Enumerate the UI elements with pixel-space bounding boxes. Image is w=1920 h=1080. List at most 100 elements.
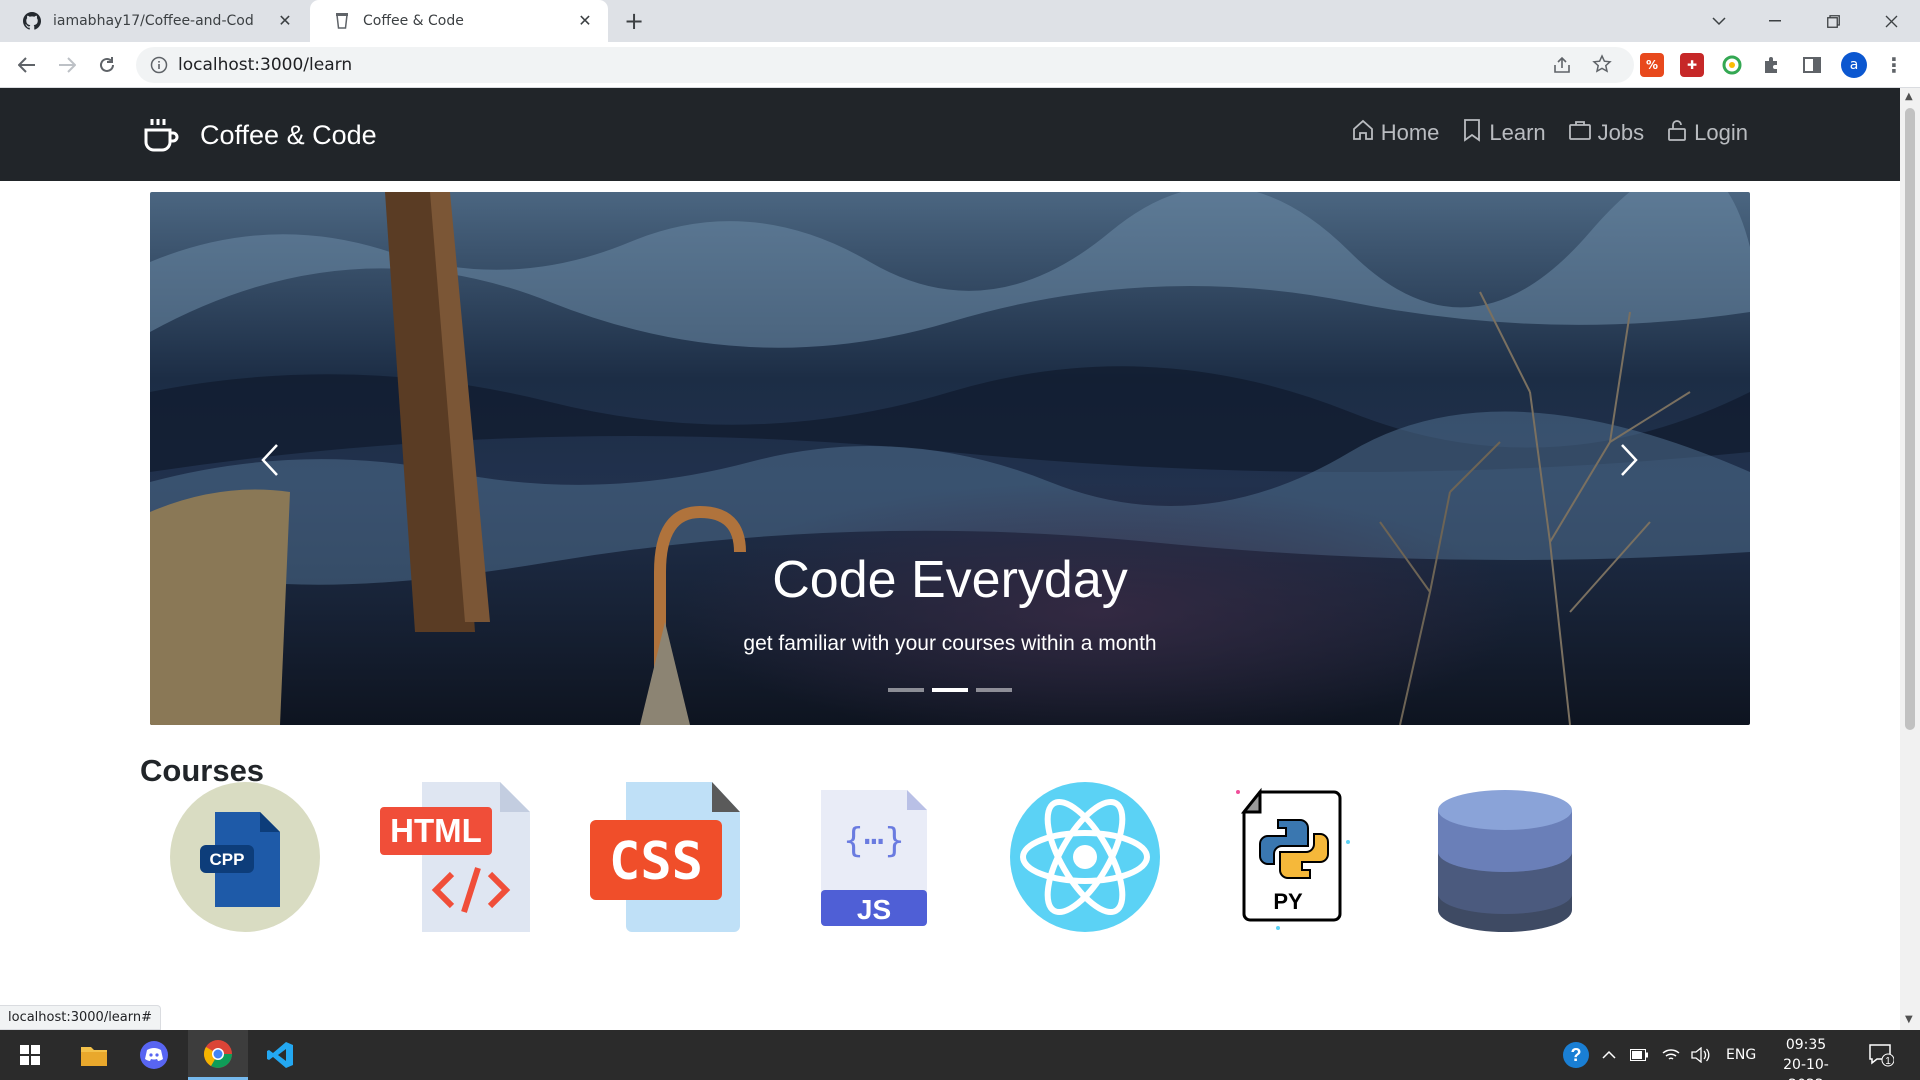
close-tab-icon[interactable]: ✕ xyxy=(576,12,594,30)
hero-carousel: Code Everyday get familiar with your cou… xyxy=(150,192,1750,725)
back-arrow-icon[interactable] xyxy=(14,52,40,78)
tab-title: iamabhay17/Coffee-and-Code: D xyxy=(53,13,253,29)
html-file-icon: HTML xyxy=(380,782,530,932)
site-navbar: Coffee & Code Home Learn Jobs Login xyxy=(0,88,1900,181)
carousel-indicator-1[interactable] xyxy=(888,688,924,692)
new-tab-button[interactable]: + xyxy=(624,9,644,33)
coffee-cup-icon xyxy=(140,114,182,156)
tab-title: Coffee & Code xyxy=(363,13,464,29)
chrome-icon[interactable] xyxy=(188,1030,248,1080)
carousel-prev-button[interactable] xyxy=(250,432,290,488)
house-icon xyxy=(1351,118,1381,148)
chevron-up-icon[interactable] xyxy=(1602,1030,1616,1080)
tab-coffee-and-code[interactable]: Coffee & Code ✕ xyxy=(310,0,608,42)
html-label: HTML xyxy=(390,812,482,849)
nav-learn[interactable]: Learn xyxy=(1461,118,1546,148)
coffee-icon xyxy=(332,12,351,31)
info-icon[interactable] xyxy=(150,56,168,74)
extensions-puzzle-icon[interactable] xyxy=(1760,53,1784,77)
course-html[interactable]: HTML xyxy=(380,782,530,932)
extension-percent-icon[interactable]: % xyxy=(1640,53,1664,77)
notifications-icon[interactable]: 1 xyxy=(1868,1030,1894,1080)
carousel-caption: Code Everyday get familiar with your cou… xyxy=(150,550,1750,656)
system-clock[interactable]: 09:35 20-10-2022 xyxy=(1766,1035,1846,1080)
clock-date: 20-10-2022 xyxy=(1783,1057,1829,1080)
course-css[interactable]: CSS xyxy=(590,782,740,932)
page-scrollbar[interactable]: ▲ ▼ xyxy=(1900,88,1920,1030)
brand-name: Coffee & Code xyxy=(200,119,377,150)
close-tab-icon[interactable]: ✕ xyxy=(276,12,294,30)
course-python[interactable]: PY xyxy=(1220,782,1370,932)
browser-toolbar: localhost:3000/learn % ✚ a ⋮ xyxy=(0,42,1920,88)
profile-avatar[interactable]: a xyxy=(1841,52,1867,78)
minimize-button[interactable] xyxy=(1746,0,1804,42)
svg-text:{⋯}: {⋯} xyxy=(843,821,904,861)
nav-home-label: Home xyxy=(1380,120,1440,145)
extension-tool-icon[interactable]: ✚ xyxy=(1680,53,1704,77)
chevron-right-icon xyxy=(1621,444,1638,476)
notification-count: 1 xyxy=(1885,1056,1891,1067)
browser-tab-strip: iamabhay17/Coffee-and-Code: D ✕ Coffee &… xyxy=(0,0,1920,42)
react-atom-icon xyxy=(1010,782,1160,932)
side-panel-icon[interactable] xyxy=(1800,53,1824,77)
scroll-down-icon[interactable]: ▼ xyxy=(1905,1014,1913,1025)
file-explorer-icon[interactable] xyxy=(64,1030,124,1080)
discord-icon[interactable] xyxy=(124,1030,184,1080)
course-react[interactable] xyxy=(1010,782,1160,932)
carousel-heading: Code Everyday xyxy=(772,551,1128,609)
nav-learn-label: Learn xyxy=(1489,120,1546,145)
scrollbar-thumb[interactable] xyxy=(1905,108,1915,730)
restore-button[interactable] xyxy=(1804,0,1862,42)
svg-text:?: ? xyxy=(1571,1045,1582,1065)
forward-arrow-icon[interactable] xyxy=(54,52,80,78)
page-viewport: Coffee & Code Home Learn Jobs Login Code… xyxy=(0,88,1900,1030)
volume-icon[interactable] xyxy=(1690,1030,1710,1080)
nav-links: Home Learn Jobs Login xyxy=(1351,118,1748,148)
tab-search-icon[interactable] xyxy=(1690,0,1748,42)
carousel-indicator-3[interactable] xyxy=(976,688,1012,692)
nav-login[interactable]: Login xyxy=(1666,118,1748,148)
carousel-indicator-2[interactable] xyxy=(932,688,968,692)
battery-icon[interactable] xyxy=(1630,1030,1648,1080)
language-indicator[interactable]: ENG xyxy=(1726,1030,1756,1080)
nav-home[interactable]: Home xyxy=(1351,118,1440,148)
menu-kebab-icon[interactable]: ⋮ xyxy=(1882,53,1906,77)
cpp-label: CPP xyxy=(210,850,245,869)
nav-jobs[interactable]: Jobs xyxy=(1568,118,1644,148)
windows-taskbar: ? ENG 09:35 20-10-2022 1 xyxy=(0,1030,1920,1080)
brand-link[interactable]: Coffee & Code xyxy=(140,114,377,156)
chevron-left-icon xyxy=(261,444,278,476)
reload-icon[interactable] xyxy=(94,52,120,78)
close-window-button[interactable] xyxy=(1862,0,1920,42)
bookmark-icon xyxy=(1461,118,1489,148)
windows-start-icon[interactable] xyxy=(0,1030,60,1080)
python-file-icon: PY xyxy=(1236,787,1350,930)
extension-circle-icon[interactable] xyxy=(1720,53,1744,77)
nav-jobs-label: Jobs xyxy=(1597,120,1645,145)
vscode-icon[interactable] xyxy=(250,1030,310,1080)
clock-time: 09:35 xyxy=(1785,1037,1827,1053)
py-label: PY xyxy=(1273,889,1303,914)
address-bar[interactable]: localhost:3000/learn xyxy=(136,47,1634,83)
course-cpp[interactable]: CPP xyxy=(170,782,320,932)
scroll-up-icon[interactable]: ▲ xyxy=(1905,91,1913,102)
lock-icon xyxy=(1666,118,1694,148)
briefcase-icon xyxy=(1568,118,1598,148)
share-icon[interactable] xyxy=(1552,55,1572,79)
course-database[interactable] xyxy=(1430,782,1580,932)
carousel-indicators xyxy=(150,688,1750,692)
carousel-subheading: get familiar with your courses within a … xyxy=(743,632,1157,655)
url-text[interactable]: localhost:3000/learn xyxy=(178,55,352,75)
course-javascript[interactable]: {⋯} JS xyxy=(800,782,950,932)
css-file-icon: CSS xyxy=(590,782,740,932)
bookmark-star-icon[interactable] xyxy=(1592,54,1612,78)
wifi-icon[interactable] xyxy=(1662,1030,1680,1080)
tab-github[interactable]: iamabhay17/Coffee-and-Code: D ✕ xyxy=(0,0,308,42)
carousel-next-button[interactable] xyxy=(1609,432,1649,488)
help-icon[interactable]: ? xyxy=(1562,1030,1590,1080)
link-status-bar: localhost:3000/learn# xyxy=(0,1005,162,1030)
css-label: CSS xyxy=(609,832,703,892)
js-label: JS xyxy=(857,894,891,925)
database-icon xyxy=(1438,790,1572,932)
cpp-file-icon: CPP xyxy=(170,782,320,932)
